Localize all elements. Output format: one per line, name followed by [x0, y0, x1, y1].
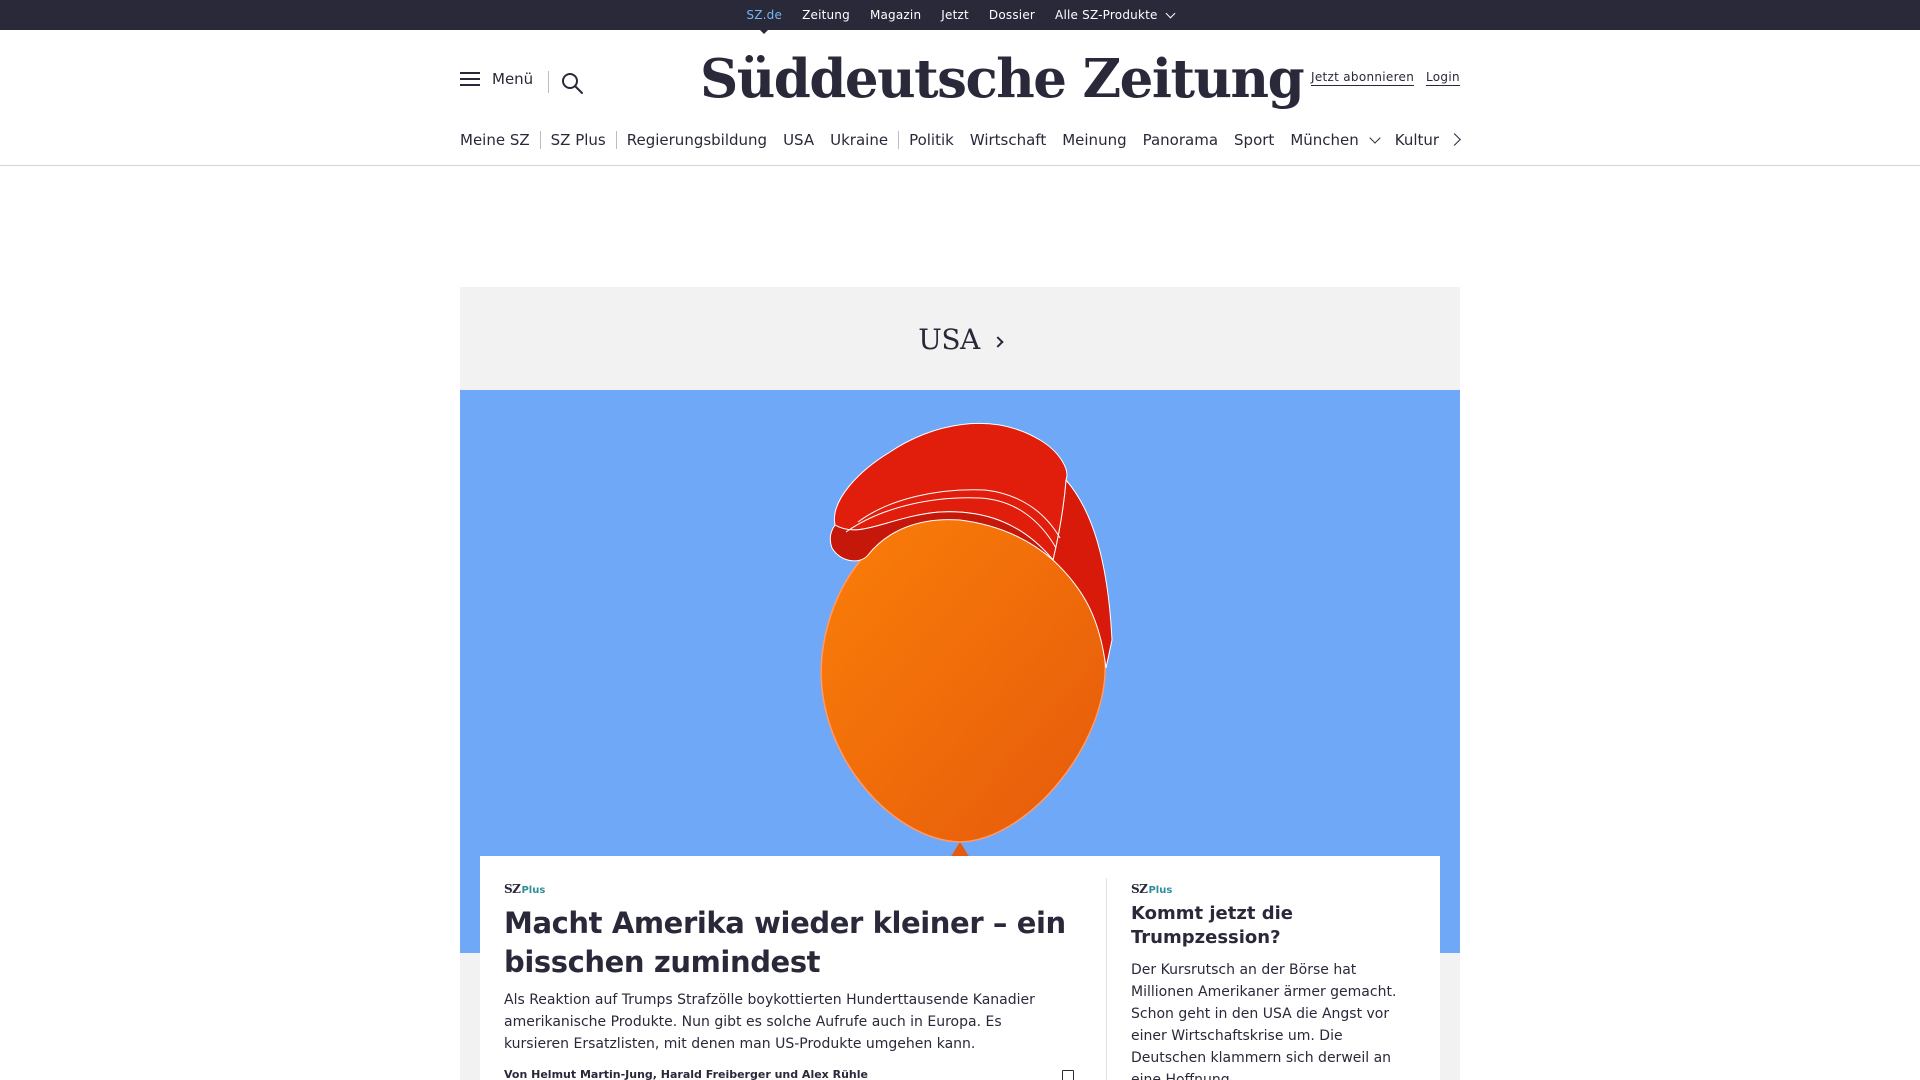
- side-article-title[interactable]: Kommt jetzt die Trumpzession?: [1131, 902, 1411, 950]
- nav-item-muenchen[interactable]: München: [1290, 131, 1381, 149]
- header-divider: [548, 71, 549, 93]
- nav-item-sport[interactable]: Sport: [1234, 131, 1274, 149]
- nav-divider: [539, 131, 541, 149]
- search-button[interactable]: [560, 71, 584, 95]
- product-bar: SZ.de Zeitung Magazin Jetzt Dossier Alle…: [0, 0, 1920, 34]
- menu-button[interactable]: Menü: [460, 70, 533, 88]
- sz-plus-badge-sz: SZ: [1131, 882, 1148, 896]
- product-bar-items: SZ.de Zeitung Magazin Jetzt Dossier Alle…: [0, 0, 1920, 34]
- nav-item-regierungsbildung[interactable]: Regierungsbildung: [627, 131, 767, 149]
- bookmark-icon[interactable]: [1062, 1070, 1074, 1080]
- product-link-dossier[interactable]: Dossier: [989, 8, 1035, 22]
- nav-item-panorama[interactable]: Panorama: [1143, 131, 1218, 149]
- hamburger-icon: [460, 71, 480, 87]
- nav-scroll-right-button[interactable]: [1448, 132, 1464, 148]
- login-link[interactable]: Login: [1426, 70, 1460, 86]
- chevron-down-icon: [1369, 132, 1381, 144]
- main-article-title[interactable]: Macht Amerika wieder kleiner – ein bissc…: [504, 904, 1074, 982]
- nav-item-sz-plus[interactable]: SZ Plus: [551, 131, 606, 149]
- main-article-description: Als Reaktion auf Trumps Strafzölle boyko…: [504, 992, 1035, 1052]
- teaser-card: SZ Plus Macht Amerika wieder kleiner – e…: [480, 856, 1440, 1080]
- product-dropdown-label: Alle SZ-Produkte: [1055, 8, 1158, 22]
- nav-item-ukraine[interactable]: Ukraine: [830, 131, 888, 149]
- site-logo[interactable]: Süddeutsche Zeitung: [700, 44, 1305, 114]
- nav-item-meinung[interactable]: Meinung: [1062, 131, 1126, 149]
- nav-item-wirtschaft[interactable]: Wirtschaft: [970, 131, 1046, 149]
- section-title-label: USA: [918, 323, 980, 356]
- chevron-right-icon: [992, 335, 1004, 348]
- nav-item-politik[interactable]: Politik: [909, 131, 954, 149]
- nav-divider: [898, 131, 900, 149]
- chevron-down-icon: [1165, 8, 1176, 18]
- main-article-author: Von Helmut Martin-Jung, Harald Freiberge…: [504, 1068, 868, 1080]
- sz-plus-badge-plus: Plus: [521, 885, 546, 896]
- nav-divider: [615, 131, 617, 149]
- card-divider: [1106, 878, 1107, 1080]
- subscribe-link[interactable]: Jetzt abonnieren: [1311, 70, 1415, 86]
- section-title: USA: [460, 323, 1460, 356]
- sz-plus-badge: SZ Plus: [504, 882, 545, 896]
- sz-plus-badge: SZ Plus: [1131, 882, 1172, 896]
- header-divider-line: [0, 165, 1920, 166]
- search-icon: [562, 73, 583, 94]
- side-article-description: Der Kursrutsch an der Börse hat Millione…: [1131, 962, 1397, 1080]
- nav-item-muenchen-label: München: [1290, 131, 1359, 149]
- product-link-zeitung[interactable]: Zeitung: [802, 8, 850, 22]
- product-link-sz-de[interactable]: SZ.de: [746, 8, 782, 34]
- menu-label: Menü: [492, 70, 534, 88]
- main-nav: Meine SZ SZ Plus Regierungsbildung USA U…: [460, 128, 1439, 152]
- nav-item-meine-sz[interactable]: Meine SZ: [460, 131, 530, 149]
- product-dropdown-all[interactable]: Alle SZ-Produkte: [1055, 8, 1176, 22]
- section-header: USA: [460, 287, 1460, 390]
- sz-plus-badge-plus: Plus: [1148, 885, 1173, 896]
- section-link-usa[interactable]: USA: [918, 323, 1004, 356]
- nav-item-kultur[interactable]: Kultur: [1395, 131, 1439, 149]
- product-link-jetzt[interactable]: Jetzt: [941, 8, 969, 22]
- product-link-magazin[interactable]: Magazin: [870, 8, 921, 22]
- nav-item-usa[interactable]: USA: [783, 131, 814, 149]
- sz-plus-badge-sz: SZ: [504, 882, 521, 896]
